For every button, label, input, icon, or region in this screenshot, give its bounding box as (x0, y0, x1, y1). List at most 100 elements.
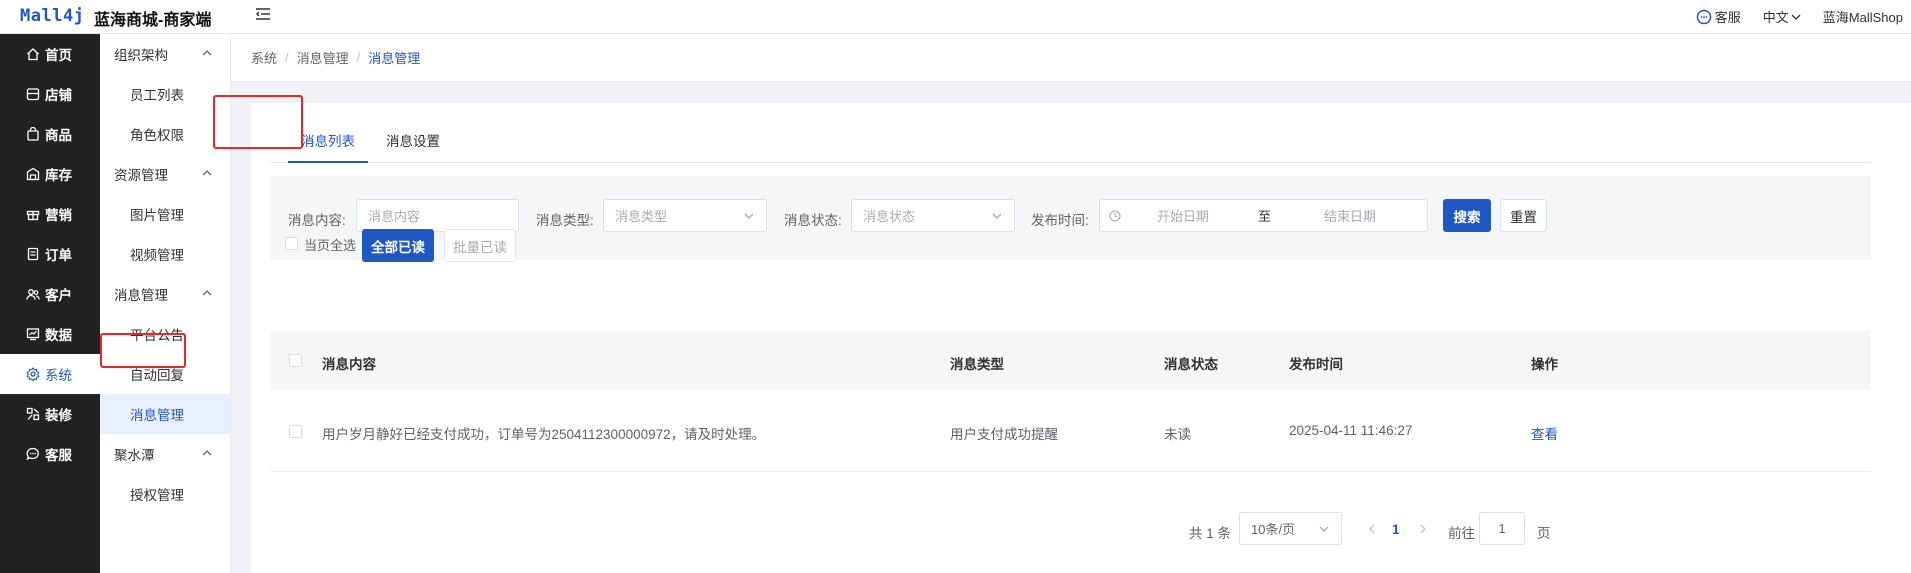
group-message[interactable]: 消息管理 (100, 274, 230, 314)
reset-button[interactable]: 重置 (1500, 199, 1547, 232)
home-icon (27, 48, 39, 61)
menu-message-manage[interactable]: 消息管理 (100, 394, 230, 434)
shop-name-label: 蓝海MallShop (1822, 10, 1903, 25)
start-date-placeholder[interactable]: 开始日期 (1157, 206, 1209, 225)
nav-stock[interactable]: 库存 (0, 154, 100, 194)
menu-image-manage[interactable]: 图片管理 (100, 194, 230, 234)
language-label: 中文 (1762, 10, 1789, 25)
nav-label: 客服 (45, 448, 72, 463)
cell-type: 用户支付成功提醒 (950, 427, 1058, 442)
tab-message-list[interactable]: 消息列表 (288, 121, 368, 163)
page-size-select[interactable]: 10条/页 (1239, 512, 1342, 545)
mark-all-read-button[interactable]: 全部已读 (362, 229, 434, 262)
status-label: 消息状态: (784, 213, 842, 228)
nav-label: 装修 (45, 408, 72, 423)
type-select[interactable]: 消息类型 (603, 199, 767, 232)
menu-label: 平台公告 (130, 328, 184, 343)
breadcrumb-separator: / (285, 50, 289, 65)
page-suffix: 页 (1537, 526, 1551, 541)
menu-auth-manage[interactable]: 授权管理 (100, 474, 230, 514)
goto-input[interactable]: 1 (1479, 512, 1525, 545)
menu-employee-list[interactable]: 员工列表 (100, 74, 230, 114)
chart-icon (26, 328, 40, 341)
nav-label: 商品 (45, 128, 72, 143)
select-all-checkbox[interactable] (289, 354, 302, 367)
header-actions: 客服 中文 蓝海MallShop (1674, 7, 1903, 26)
chevron-down-icon (744, 213, 754, 219)
status-select[interactable]: 消息状态 (851, 199, 1015, 232)
breadcrumb-system[interactable]: 系统 (251, 48, 277, 67)
collapse-menu-icon[interactable] (254, 5, 272, 23)
menu-label: 视频管理 (130, 248, 184, 263)
nav-system[interactable]: 系统 (0, 354, 100, 394)
type-label: 消息类型: (536, 213, 594, 228)
nav-home[interactable]: 首页 (0, 34, 100, 74)
language-dropdown[interactable]: 中文 (1763, 7, 1801, 26)
page-number-current[interactable]: 1 (1392, 522, 1400, 537)
date-range-picker[interactable]: 开始日期 至 结束日期 (1099, 199, 1428, 232)
view-link[interactable]: 查看 (1531, 423, 1558, 443)
customer-service-link[interactable]: 客服 (1696, 7, 1741, 26)
prev-page-icon[interactable] (1368, 524, 1376, 534)
content-label: 消息内容: (288, 213, 346, 228)
col-content: 消息内容 (322, 357, 376, 372)
next-page-icon[interactable] (1419, 524, 1427, 534)
nav-data[interactable]: 数据 (0, 314, 100, 354)
table-header: 消息内容 消息类型 消息状态 发布时间 操作 (270, 331, 1871, 390)
select-page-checkbox[interactable] (285, 237, 298, 250)
nav-orders[interactable]: 订单 (0, 234, 100, 274)
cell-status: 未读 (1164, 427, 1191, 442)
nav-label: 系统 (45, 368, 72, 383)
clock-icon (1109, 209, 1121, 222)
group-label: 资源管理 (114, 168, 168, 183)
nav-customers[interactable]: 客户 (0, 274, 100, 314)
cell-time: 2025-04-11 11:46:27 (1289, 423, 1413, 438)
time-label: 发布时间: (1031, 213, 1089, 228)
gift-icon (26, 210, 40, 221)
nav-store[interactable]: 店铺 (0, 74, 100, 114)
app-name: 蓝海商城-商家端 (94, 12, 212, 29)
group-org[interactable]: 组织架构 (100, 34, 230, 74)
goto-label: 前往 (1448, 526, 1475, 541)
chat-bubble-icon (1696, 9, 1712, 24)
menu-auto-reply[interactable]: 自动回复 (100, 354, 230, 394)
goto-value: 1 (1498, 521, 1506, 536)
chevron-down-icon (992, 213, 1002, 219)
nav-label: 库存 (45, 168, 72, 183)
breadcrumb-message[interactable]: 消息管理 (297, 48, 349, 67)
chevron-down-icon (1791, 14, 1801, 20)
breadcrumb-separator: / (356, 50, 361, 65)
shop-name[interactable]: 蓝海MallShop (1823, 7, 1903, 26)
select-page-label: 当页全选 (304, 238, 357, 253)
menu-platform-notice[interactable]: 平台公告 (100, 314, 230, 354)
primary-sidebar: 首页 店铺 商品 库存 营销 订单 客户 数据 系统 装修 客服 (0, 34, 100, 573)
menu-label: 角色权限 (130, 128, 184, 143)
nav-marketing[interactable]: 营销 (0, 194, 100, 234)
range-separator: 至 (1258, 209, 1272, 224)
group-resource[interactable]: 资源管理 (100, 154, 230, 194)
nav-label: 订单 (45, 248, 72, 263)
table-row: 用户岁月静好已经支付成功，订单号为2504112300000972，请及时处理。… (270, 390, 1871, 472)
tab-message-settings[interactable]: 消息设置 (386, 121, 440, 163)
search-button[interactable]: 搜索 (1443, 199, 1491, 232)
group-label: 聚水潭 (114, 448, 155, 463)
menu-video-manage[interactable]: 视频管理 (100, 234, 230, 274)
nav-products[interactable]: 商品 (0, 114, 100, 154)
menu-role-permission[interactable]: 角色权限 (100, 114, 230, 154)
menu-label: 消息管理 (130, 408, 184, 423)
batch-read-button: 批量已读 (444, 229, 516, 262)
nav-service[interactable]: 客服 (0, 434, 100, 474)
breadcrumb-current: 消息管理 (368, 51, 421, 66)
customer-service-label: 客服 (1714, 10, 1741, 25)
secondary-sidebar: 组织架构 员工列表 角色权限 资源管理 图片管理 视频管理 消息管理 平台公告 … (100, 34, 231, 573)
nav-label: 首页 (45, 48, 72, 63)
end-date-placeholder[interactable]: 结束日期 (1324, 206, 1376, 225)
nav-label: 数据 (45, 328, 72, 343)
brand-logo[interactable]: Mall4j (20, 6, 84, 26)
row-checkbox[interactable] (289, 425, 302, 438)
customer-icon (26, 289, 40, 300)
nav-decorate[interactable]: 装修 (0, 394, 100, 434)
content-input[interactable]: 消息内容 (356, 199, 519, 232)
group-jushuitan[interactable]: 聚水潭 (100, 434, 230, 474)
bag-icon (27, 127, 39, 141)
